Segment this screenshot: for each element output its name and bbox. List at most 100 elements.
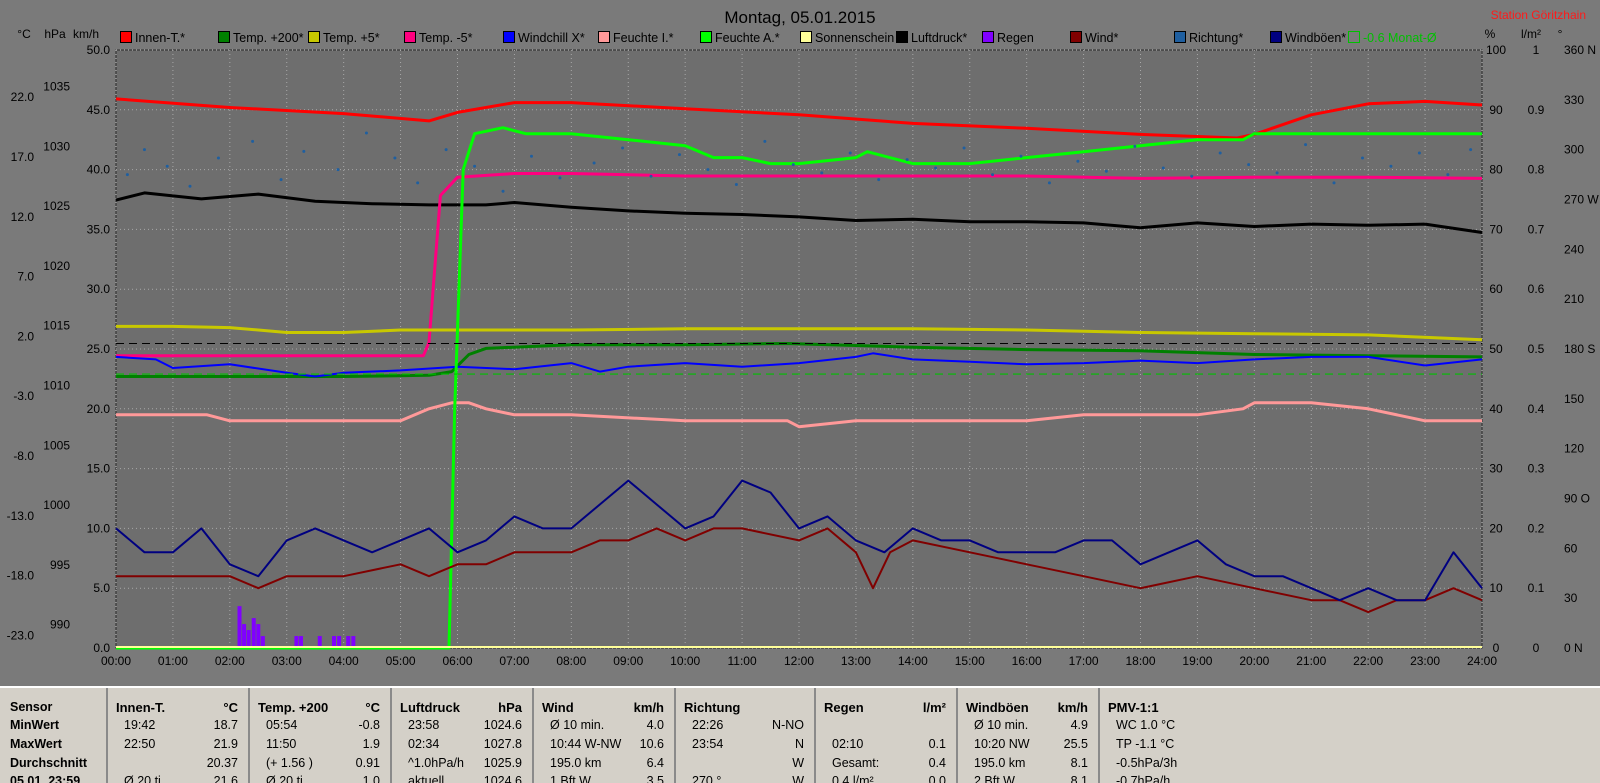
- column-title: Windböen: [966, 700, 1029, 715]
- legend-item: Wind*: [1070, 31, 1118, 45]
- legend-swatch: [1348, 31, 1360, 43]
- direction-tick: 360 N: [1564, 43, 1596, 57]
- legend-swatch: [896, 31, 908, 43]
- direction-point: [820, 171, 824, 175]
- direction-point: [791, 163, 795, 167]
- stats-column: Luftdruck hPa 23:58 1024.6 02:34 1027.8 ^1.0hP…: [392, 688, 534, 783]
- legend-label: Luftdruck*: [911, 31, 968, 45]
- rain-tick: 0: [1533, 641, 1540, 655]
- column-unit: °C: [365, 700, 380, 715]
- cell-value: 1027.8: [483, 737, 522, 751]
- cell-label: 22:26: [692, 718, 724, 732]
- rain-tick: 0.8: [1528, 163, 1545, 177]
- rain-bar: [237, 606, 242, 648]
- legend-label: Windchill X*: [518, 31, 585, 45]
- time-tick: 22:00: [1353, 654, 1383, 668]
- cell-value: 20.37: [206, 756, 238, 770]
- cell-value: 8.1: [1070, 774, 1088, 783]
- direction-point: [848, 151, 852, 155]
- humidity-tick: 80: [1489, 163, 1503, 177]
- wind-tick: 15.0: [87, 462, 111, 476]
- chart-title: Montag, 05.01.2015: [724, 8, 875, 27]
- column-title: Regen: [824, 700, 864, 715]
- direction-tick: 0 N: [1564, 641, 1583, 655]
- cell-value: 1.0: [362, 774, 380, 783]
- wind-tick: 40.0: [87, 163, 111, 177]
- wind-tick: 25.0: [87, 342, 111, 356]
- stats-column: Regen l/m² 02:10 0.1 Gesamt: 0.4 0.4 l/m² 0.0: [816, 688, 958, 783]
- cell-value: 4.0: [646, 718, 664, 732]
- direction-point: [165, 164, 169, 168]
- time-tick: 17:00: [1069, 654, 1099, 668]
- pressure-tick: 1010: [43, 378, 70, 392]
- time-tick: 02:00: [215, 654, 245, 668]
- direction-point: [592, 161, 596, 165]
- legend-item: Regen: [982, 31, 1034, 45]
- legend-item: Feuchte I.*: [598, 31, 673, 45]
- cell-value: 6.4: [646, 756, 664, 770]
- legend-swatch: [308, 31, 320, 43]
- rain-bar: [242, 624, 247, 648]
- direction-point: [1133, 144, 1137, 148]
- direction-point: [1332, 181, 1336, 185]
- cell-value: 1025.9: [483, 756, 522, 770]
- direction-tick: 90 O: [1564, 492, 1590, 506]
- time-tick: 24:00: [1467, 654, 1497, 668]
- direction-tick: 210: [1564, 292, 1584, 306]
- direction-point: [416, 181, 420, 185]
- legend-item: -0.6 Monat-Ø: [1348, 31, 1437, 45]
- legend-swatch: [598, 31, 610, 43]
- cell-label: 1 Bft W: [550, 774, 591, 783]
- legend-item: Feuchte A.*: [700, 31, 780, 45]
- direction-point: [529, 154, 533, 158]
- time-tick: 04:00: [329, 654, 359, 668]
- humidity-tick: 20: [1489, 521, 1503, 535]
- legend-item: Luftdruck*: [896, 31, 967, 45]
- column-title: Wind: [542, 700, 574, 715]
- cell-label: 10:44 W-NW: [550, 737, 622, 751]
- time-tick: 10:00: [670, 654, 700, 668]
- direction-point: [558, 176, 562, 180]
- rain-tick: 0.5: [1528, 342, 1545, 356]
- legend-swatch: [1070, 31, 1082, 43]
- cell-label: aktuell: [408, 774, 445, 783]
- row-label: MaxWert: [10, 737, 62, 751]
- direction-point: [216, 156, 220, 160]
- time-tick: 07:00: [499, 654, 529, 668]
- time-tick: 09:00: [613, 654, 643, 668]
- cell-label: 195.0 km: [974, 756, 1026, 770]
- direction-point: [188, 184, 192, 188]
- legend-item: Richtung*: [1174, 31, 1243, 45]
- cell-label: 19:42: [124, 718, 156, 732]
- rain-tick: 0.2: [1528, 521, 1545, 535]
- cell-label: 02:10: [832, 737, 864, 751]
- pressure-tick: 990: [50, 618, 70, 632]
- stats-column: Temp. +200 °C 05:54 -0.8 11:50 1.9 (+ 1.56 ) 0.…: [250, 688, 392, 783]
- rain-tick: 0.1: [1528, 581, 1545, 595]
- rain-tick: 0.9: [1528, 103, 1545, 117]
- axis-unit-wind: km/h: [73, 27, 99, 41]
- stats-column: PMV-1:1 WC 1.0 °C TP -1.1 °C -0.5hPa/3h -0.7…: [1100, 688, 1600, 783]
- temp-tick: -3.0: [13, 389, 34, 403]
- direction-point: [1104, 169, 1108, 173]
- pressure-tick: 995: [50, 558, 70, 572]
- direction-point: [1047, 181, 1051, 185]
- legend-label: Richtung*: [1189, 31, 1244, 45]
- row-label: Durchschnitt: [10, 756, 88, 770]
- wind-tick: 50.0: [87, 43, 111, 57]
- direction-point: [1218, 151, 1222, 155]
- cell-label: 02:34: [408, 737, 440, 751]
- legend-swatch: [404, 31, 416, 43]
- direction-tick: 300: [1564, 143, 1584, 157]
- legend-swatch: [503, 31, 515, 43]
- pressure-tick: 1025: [43, 199, 70, 213]
- time-tick: 14:00: [898, 654, 928, 668]
- humidity-tick: 60: [1489, 282, 1503, 296]
- stats-column: Innen-T. °C 19:42 18.7 22:50 21.9 20.37 Ø 20 ti…: [108, 688, 250, 783]
- temp-tick: -18.0: [7, 569, 35, 583]
- direction-point: [444, 148, 448, 152]
- direction-point: [991, 173, 995, 177]
- cell-value: 0.4: [928, 756, 946, 770]
- cell-value: 10.6: [639, 737, 664, 751]
- temp-tick: 12.0: [11, 210, 35, 224]
